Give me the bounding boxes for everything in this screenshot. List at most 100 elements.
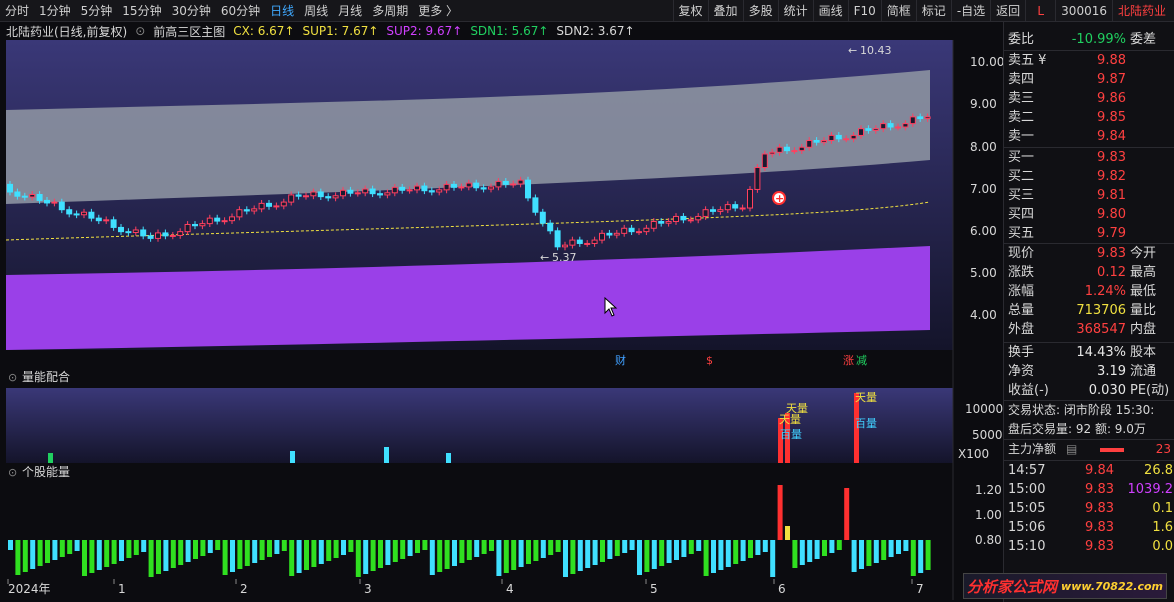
main-net-label: 主力净额 <box>1008 442 1057 456</box>
x-tick: 7 <box>916 582 924 596</box>
tab-weekly[interactable]: 周线 <box>299 0 333 22</box>
candle-body <box>628 227 635 233</box>
energy-bar <box>459 540 465 563</box>
stat-row-3-label: 总量 <box>1008 303 1035 318</box>
mouse-cursor-icon <box>604 297 618 317</box>
ask-row-3-value: 9.85 <box>1097 110 1126 125</box>
energy-bar <box>15 540 21 575</box>
tab-5min[interactable]: 5分钟 <box>76 0 118 22</box>
candle-body <box>406 189 413 192</box>
tick-row: 15:05 9.83 0.1 <box>1004 499 1174 518</box>
stat-row-2-label2: 最低 <box>1130 284 1157 299</box>
volume-bar <box>290 451 295 463</box>
tab-more[interactable]: 更多 〉 <box>413 0 463 22</box>
energy-bar <box>348 540 354 552</box>
candle-body <box>798 146 805 152</box>
candle-body <box>584 242 591 245</box>
energy-bar <box>311 540 317 567</box>
energy-bar <box>74 540 80 551</box>
energy-bar <box>910 540 916 576</box>
sdn1-value: SDN1: 5.67↑ <box>470 24 549 38</box>
draw-line-button[interactable]: 画线 <box>812 0 848 22</box>
candle-body <box>843 138 850 141</box>
price-axis: 10.00 9.00 8.00 7.00 6.00 5.00 4.00 <box>970 55 1003 322</box>
watermark-logo: 分析家公式网 www.70822.com <box>963 573 1167 599</box>
candle-body <box>125 231 132 234</box>
watchlist-button[interactable]: -自选 <box>950 0 990 22</box>
candle-body <box>147 235 154 239</box>
f10-button[interactable]: F10 <box>847 0 881 22</box>
candle-body <box>29 194 36 198</box>
indicator-name[interactable]: 前高三区主图 <box>153 23 225 40</box>
main-net-bar <box>1100 448 1124 452</box>
candle-body <box>695 215 702 221</box>
chevron-down-icon[interactable]: ⊙ <box>135 24 145 38</box>
vol-header-bg <box>0 368 1003 386</box>
energy-bar <box>429 540 435 575</box>
tab-monthly[interactable]: 月线 <box>333 0 367 22</box>
energy-bar <box>740 540 746 561</box>
tab-fenshi[interactable]: 分时 <box>0 0 34 22</box>
stat2-row-1-label: 净资 <box>1008 364 1035 379</box>
tick-row: 15:06 9.83 1.6 <box>1004 518 1174 537</box>
simple-frame-button[interactable]: 简框 <box>880 0 916 22</box>
candle-body <box>665 221 672 224</box>
tab-multi-period[interactable]: 多周期 <box>367 0 413 22</box>
main-net-row[interactable]: 主力净额 ▤ 23 <box>1004 440 1174 459</box>
bid-row-4-label: 买五 <box>1008 226 1035 241</box>
candle-body <box>724 204 731 211</box>
candle-body <box>495 180 502 188</box>
bid-row-0-value: 9.83 <box>1097 150 1126 165</box>
candle-body <box>243 209 250 212</box>
vol-collapse-icon[interactable]: ⊙ <box>8 371 17 384</box>
statistics-button[interactable]: 统计 <box>777 0 813 22</box>
tab-15min[interactable]: 15分钟 <box>117 0 166 22</box>
multi-stock-button[interactable]: 多股 <box>742 0 778 22</box>
ask-row-4-label: 卖一 <box>1008 129 1035 144</box>
energy-collapse-icon[interactable]: ⊙ <box>8 466 17 479</box>
candle-body <box>421 185 428 192</box>
ask-row-0-label: 卖五 ¥ <box>1008 53 1047 68</box>
tab-60min[interactable]: 60分钟 <box>216 0 265 22</box>
kline-chart[interactable]: 财 $ 涨 减 10.009.008.007.006.005.004.00 10… <box>0 40 1003 600</box>
ask-row-4: 卖一 9.84 <box>1004 127 1174 146</box>
candle-body <box>184 223 191 233</box>
candle-body <box>384 192 391 196</box>
candle-body <box>821 139 827 143</box>
overlay-button[interactable]: 叠加 <box>707 0 743 22</box>
stock-code: 300016 <box>1055 0 1112 22</box>
chart-title: 北陆药业(日线,前复权) <box>6 24 128 39</box>
tab-daily[interactable]: 日线 <box>265 0 299 22</box>
energy-bar <box>489 540 494 551</box>
energy-bar <box>748 540 753 558</box>
energy-bar <box>163 540 169 571</box>
back-button[interactable]: 返回 <box>990 0 1025 22</box>
energy-bar <box>644 540 650 572</box>
energy-bar <box>844 488 850 540</box>
tick-volume: 1039.2 <box>1127 482 1174 497</box>
list-icon[interactable]: ▤ <box>1066 440 1077 459</box>
candle-body <box>658 221 665 224</box>
energy-bar <box>30 540 36 569</box>
energy-bar <box>881 540 887 560</box>
candle-body <box>717 209 724 212</box>
restore-rights-button[interactable]: 复权 <box>672 0 708 22</box>
candle-body <box>266 202 272 207</box>
tab-1min[interactable]: 1分钟 <box>34 0 76 22</box>
candle-body <box>103 219 110 222</box>
stat-row-2-value: 1.24% <box>1084 284 1126 299</box>
tab-30min[interactable]: 30分钟 <box>167 0 216 22</box>
mark-button[interactable]: 标记 <box>915 0 951 22</box>
candle-body <box>539 211 546 224</box>
energy-bar <box>141 540 147 552</box>
energy-bar <box>119 540 124 561</box>
candle-body <box>591 239 598 244</box>
energy-bar <box>555 540 561 552</box>
tick-price: 9.83 <box>1085 539 1114 554</box>
candle-body <box>288 194 295 203</box>
candle-body <box>155 232 161 239</box>
candle-body <box>902 123 909 128</box>
price-tick: 8.00 <box>970 140 997 154</box>
energy-bar <box>696 540 702 551</box>
x-tick: 5 <box>650 582 658 596</box>
